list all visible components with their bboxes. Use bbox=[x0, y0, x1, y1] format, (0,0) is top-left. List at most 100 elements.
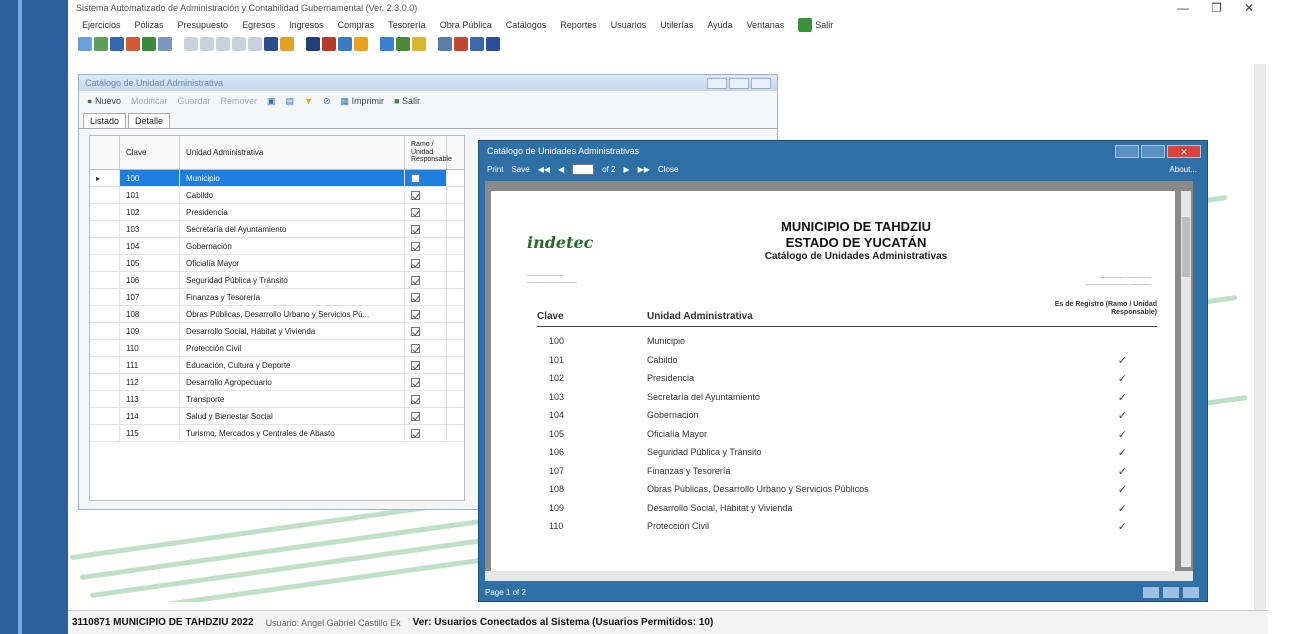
cell-ramo[interactable] bbox=[405, 272, 447, 288]
page-icon[interactable] bbox=[184, 37, 198, 51]
cell-ramo[interactable] bbox=[405, 374, 447, 390]
table-icon[interactable] bbox=[142, 37, 156, 51]
nuevo-button[interactable]: ● Nuevo bbox=[87, 96, 121, 106]
menu-tesoreria[interactable]: Tesorería bbox=[388, 20, 426, 30]
ramo-checkbox[interactable] bbox=[411, 207, 420, 217]
chart-icon[interactable] bbox=[94, 37, 108, 51]
report-icon[interactable] bbox=[264, 37, 278, 51]
page-icon[interactable] bbox=[248, 37, 262, 51]
cell-ramo[interactable] bbox=[405, 340, 447, 356]
ramo-checkbox[interactable] bbox=[411, 173, 420, 183]
calculator-icon[interactable] bbox=[306, 37, 320, 51]
ramo-checkbox[interactable] bbox=[411, 292, 420, 302]
menu-ayuda[interactable]: Ayuda bbox=[707, 20, 732, 30]
catalog-maximize-button[interactable] bbox=[729, 77, 749, 89]
row-selector[interactable] bbox=[90, 374, 120, 390]
save-button[interactable]: Save bbox=[511, 165, 529, 174]
table-row[interactable]: 107 Finanzas y Tesorería bbox=[90, 289, 464, 306]
table-row[interactable]: 102 Presidencia bbox=[90, 204, 464, 221]
view-multi-icon[interactable] bbox=[1163, 586, 1179, 598]
connected-users-link[interactable]: Ver: Usuarios Conectados al Sistema (Usu… bbox=[413, 617, 714, 628]
table-row[interactable]: 114 Salud y Bienestar Social bbox=[90, 408, 464, 425]
view-single-icon[interactable] bbox=[1143, 586, 1159, 598]
row-selector[interactable] bbox=[90, 391, 120, 407]
report-close-button[interactable]: ✕ bbox=[1167, 144, 1201, 158]
remover-button[interactable]: Remover bbox=[221, 96, 258, 106]
guardar-button[interactable]: Guardar bbox=[177, 96, 210, 106]
table-row[interactable]: 106 Seguridad Pública y Tránsito bbox=[90, 272, 464, 289]
prev-page-icon[interactable]: ◀ bbox=[558, 165, 564, 174]
ramo-checkbox[interactable] bbox=[411, 275, 420, 285]
row-selector[interactable] bbox=[90, 255, 120, 271]
key-icon[interactable] bbox=[412, 37, 426, 51]
report-horizontal-scrollbar[interactable] bbox=[485, 571, 1193, 581]
alert-icon[interactable] bbox=[454, 37, 468, 51]
menu-reportes[interactable]: Reportes bbox=[560, 20, 597, 30]
budget-icon[interactable] bbox=[126, 37, 140, 51]
window-icon[interactable] bbox=[470, 37, 484, 51]
row-selector[interactable] bbox=[90, 289, 120, 305]
ramo-checkbox[interactable] bbox=[411, 241, 420, 251]
cell-ramo[interactable] bbox=[405, 255, 447, 271]
zoom-slider[interactable] bbox=[1183, 586, 1199, 598]
menu-usuarios[interactable]: Usuarios bbox=[611, 20, 647, 30]
first-page-icon[interactable]: ◀◀ bbox=[538, 165, 550, 174]
cell-ramo[interactable] bbox=[405, 306, 447, 322]
cell-ramo[interactable] bbox=[405, 187, 447, 203]
ramo-checkbox[interactable] bbox=[411, 411, 420, 421]
row-selector[interactable] bbox=[90, 221, 120, 237]
row-selector[interactable] bbox=[90, 340, 120, 356]
catalog-minimize-button[interactable] bbox=[707, 77, 727, 89]
table-row[interactable]: 108 Obras Públicas, Desarrollo Urbano y S… bbox=[90, 306, 464, 323]
menu-obra-publica[interactable]: Obra Pública bbox=[440, 20, 492, 30]
cell-ramo[interactable] bbox=[405, 408, 447, 424]
cell-ramo[interactable] bbox=[405, 204, 447, 220]
ledger-icon[interactable] bbox=[110, 37, 124, 51]
restore-button[interactable]: ❐ bbox=[1211, 1, 1222, 15]
table-row[interactable]: 105 Oficialía Mayor bbox=[90, 255, 464, 272]
cell-ramo[interactable] bbox=[405, 289, 447, 305]
report-maximize-button[interactable] bbox=[1141, 144, 1165, 158]
tools-icon[interactable] bbox=[438, 37, 452, 51]
menu-ventanas[interactable]: Ventanas bbox=[747, 20, 785, 30]
scrollbar-thumb[interactable] bbox=[1182, 217, 1190, 277]
row-selector[interactable] bbox=[90, 425, 120, 441]
table-row[interactable]: 115 Turismo, Mercados y Centrales de Abas… bbox=[90, 425, 464, 442]
cell-ramo[interactable] bbox=[405, 323, 447, 339]
table-row[interactable]: 104 Gobernación bbox=[90, 238, 464, 255]
menu-catalogos[interactable]: Catálogos bbox=[506, 20, 547, 30]
menu-ejercicios[interactable]: Ejercicios bbox=[82, 20, 121, 30]
ramo-checkbox[interactable] bbox=[411, 309, 420, 319]
refresh-icon[interactable]: ▤ bbox=[286, 96, 295, 107]
about-link[interactable]: About... bbox=[1169, 165, 1197, 174]
mdi-vertical-scrollbar[interactable] bbox=[1254, 64, 1266, 610]
report-vertical-scrollbar[interactable] bbox=[1181, 191, 1191, 567]
row-selector[interactable] bbox=[90, 306, 120, 322]
table-row[interactable]: ▸ 100 Municipio bbox=[90, 170, 464, 187]
table-row[interactable]: 113 Transporte bbox=[90, 391, 464, 408]
close-button[interactable]: ✕ bbox=[1244, 1, 1254, 15]
row-selector[interactable] bbox=[90, 408, 120, 424]
page-icon[interactable] bbox=[232, 37, 246, 51]
table-row[interactable]: 103 Secretaría del Ayuntamiento bbox=[90, 221, 464, 238]
menu-salir[interactable]: Salir bbox=[798, 18, 833, 32]
table-row[interactable]: 109 Desarrollo Social, Hábitat y Vivienda bbox=[90, 323, 464, 340]
ramo-checkbox[interactable] bbox=[411, 190, 420, 200]
tree-icon[interactable] bbox=[396, 37, 410, 51]
table-row[interactable]: 110 Protección Civil bbox=[90, 340, 464, 357]
ramo-checkbox[interactable] bbox=[411, 360, 420, 370]
star-icon[interactable] bbox=[354, 37, 368, 51]
last-page-icon[interactable]: ▶▶ bbox=[638, 165, 650, 174]
menu-utilerias[interactable]: Utilerías bbox=[660, 20, 693, 30]
print-button[interactable]: Print bbox=[487, 165, 503, 174]
page-icon[interactable] bbox=[200, 37, 214, 51]
cell-ramo[interactable] bbox=[405, 391, 447, 407]
ramo-checkbox[interactable] bbox=[411, 428, 420, 438]
document-icon[interactable] bbox=[158, 37, 172, 51]
edit-icon[interactable] bbox=[280, 37, 294, 51]
minimize-button[interactable]: — bbox=[1177, 1, 1189, 15]
imprimir-button[interactable]: ▦ Imprimir bbox=[341, 96, 385, 107]
cell-ramo[interactable] bbox=[405, 170, 447, 186]
cell-ramo[interactable] bbox=[405, 425, 447, 441]
cell-ramo[interactable] bbox=[405, 238, 447, 254]
